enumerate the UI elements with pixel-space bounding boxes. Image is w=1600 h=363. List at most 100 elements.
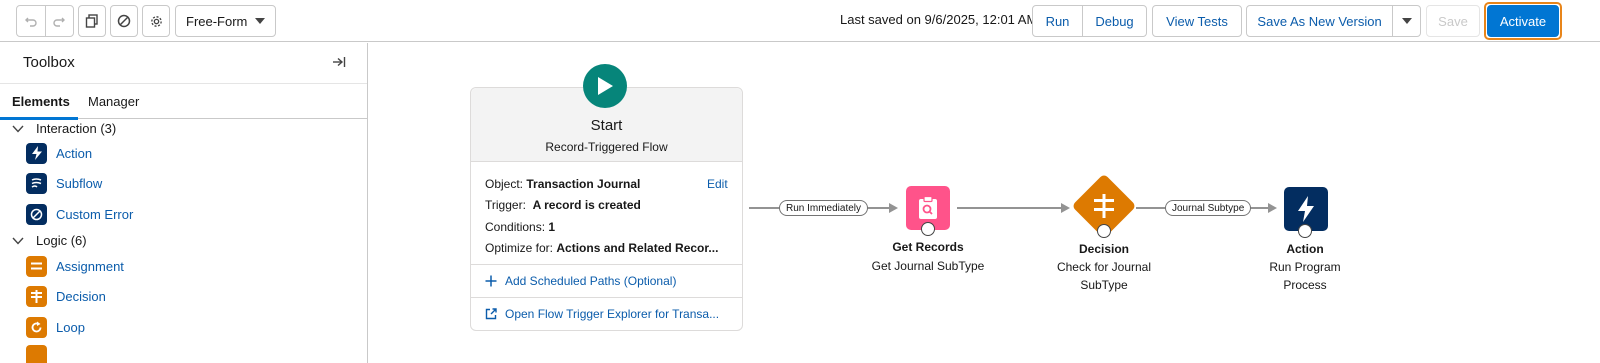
optimize-value: Actions and Related Recor... bbox=[556, 241, 719, 255]
card-divider bbox=[471, 297, 742, 298]
copy-button[interactable] bbox=[78, 5, 106, 37]
chevron-down-icon bbox=[255, 18, 265, 24]
debug-button[interactable]: Debug bbox=[1082, 6, 1146, 36]
object-row: Object: Transaction Journal bbox=[485, 177, 640, 191]
tab-manager[interactable]: Manager bbox=[88, 94, 139, 109]
collapse-panel-icon[interactable] bbox=[332, 55, 346, 72]
node-connector-handle[interactable] bbox=[1097, 224, 1111, 238]
toolbox-tabs: Elements Manager bbox=[0, 83, 367, 120]
optimize-label: Optimize for: bbox=[485, 241, 554, 255]
builder-toolbar: Free-Form Last saved on 9/6/2025, 12:01 … bbox=[0, 0, 1600, 42]
save-new-version-group: Save As New Version bbox=[1246, 5, 1421, 37]
element-label: Loop bbox=[56, 319, 85, 335]
active-tab-indicator bbox=[0, 117, 78, 120]
loop-icon bbox=[26, 316, 47, 338]
node-connector-handle[interactable] bbox=[1298, 224, 1312, 238]
object-value: Transaction Journal bbox=[526, 177, 641, 191]
start-play-icon bbox=[583, 64, 627, 108]
add-scheduled-paths-link[interactable]: Add Scheduled Paths (Optional) bbox=[485, 274, 676, 288]
toolbox-panel: Toolbox Elements Manager Interaction (3)… bbox=[0, 43, 368, 363]
trigger-label: Trigger: bbox=[485, 198, 526, 212]
object-label: Object: bbox=[485, 177, 524, 191]
decision-subtitle-line: SubType bbox=[1080, 278, 1128, 292]
lightning-icon bbox=[26, 142, 47, 164]
decision-subtitle: Check for Journal SubType bbox=[1034, 258, 1174, 294]
trigger-value: A record is created bbox=[532, 198, 641, 212]
get-records-subtitle: Get Journal SubType bbox=[871, 259, 985, 273]
activate-button[interactable]: Activate bbox=[1487, 5, 1559, 37]
get-records-title: Get Records bbox=[892, 240, 964, 254]
new-window-icon bbox=[485, 308, 497, 320]
element-action[interactable]: Action bbox=[26, 142, 92, 164]
trigger-row: Trigger: A record is created bbox=[485, 198, 641, 212]
connector-line bbox=[957, 207, 1061, 209]
layout-select[interactable]: Free-Form bbox=[175, 5, 276, 37]
plus-icon bbox=[485, 275, 497, 287]
conditions-value: 1 bbox=[548, 220, 556, 234]
action-subtitle-line: Process bbox=[1283, 278, 1327, 292]
element-label: Action bbox=[56, 145, 93, 161]
save-button[interactable]: Save bbox=[1426, 5, 1480, 37]
subflow-icon bbox=[26, 172, 47, 194]
element-label: Assignment bbox=[56, 258, 124, 274]
block-icon bbox=[117, 14, 131, 28]
decision-title: Decision bbox=[1078, 242, 1129, 256]
element-custom-error[interactable]: Custom Error bbox=[26, 203, 133, 225]
arrowhead-icon bbox=[1268, 203, 1277, 213]
element-loop[interactable]: Loop bbox=[26, 316, 85, 338]
toolbox-title: Toolbox bbox=[23, 54, 75, 71]
block-icon bbox=[26, 203, 47, 225]
save-menu-button[interactable] bbox=[1392, 6, 1420, 36]
open-trigger-explorer-label: Open Flow Trigger Explorer for Transa... bbox=[505, 307, 720, 321]
view-tests-button[interactable]: View Tests bbox=[1152, 5, 1242, 37]
redo-icon[interactable] bbox=[44, 6, 73, 36]
element-label: Custom Error bbox=[56, 206, 134, 222]
chevron-down-icon bbox=[12, 237, 28, 245]
element-assignment[interactable]: Assignment bbox=[26, 255, 124, 277]
optimize-row: Optimize for: Actions and Related Recor.… bbox=[485, 241, 718, 255]
arrowhead-icon bbox=[1061, 203, 1070, 213]
action-title: Action bbox=[1286, 242, 1324, 256]
open-trigger-explorer-link[interactable]: Open Flow Trigger Explorer for Transa... bbox=[485, 307, 719, 321]
element-label: Decision bbox=[56, 288, 106, 304]
run-debug-group: Run Debug bbox=[1032, 5, 1147, 37]
layout-select-value: Free-Form bbox=[186, 13, 248, 29]
conditions-label: Conditions: bbox=[485, 220, 546, 234]
group-interaction[interactable]: Interaction (3) bbox=[12, 121, 116, 136]
node-connector-handle[interactable] bbox=[921, 222, 935, 236]
edit-trigger-link[interactable]: Edit bbox=[707, 177, 728, 191]
action-subtitle: Run Program Process bbox=[1235, 258, 1375, 294]
element-label: Subflow bbox=[56, 175, 103, 191]
undo-redo-group bbox=[16, 5, 74, 37]
decision-subtitle-line: Check for Journal bbox=[1056, 260, 1152, 274]
settings-button[interactable] bbox=[142, 5, 170, 37]
group-logic-label: Logic (6) bbox=[36, 233, 87, 248]
chevron-down-icon bbox=[12, 125, 28, 133]
element-subflow[interactable]: Subflow bbox=[26, 172, 102, 194]
lightning-icon bbox=[1298, 196, 1314, 222]
get-records-icon bbox=[919, 196, 937, 219]
group-logic[interactable]: Logic (6) bbox=[12, 233, 87, 248]
connector-label-run-immediately[interactable]: Run Immediately bbox=[779, 200, 869, 216]
chevron-down-icon bbox=[1401, 18, 1412, 24]
add-scheduled-paths-label: Add Scheduled Paths (Optional) bbox=[505, 274, 677, 288]
element-partial[interactable] bbox=[26, 345, 56, 363]
start-title: Start bbox=[590, 117, 623, 134]
transform-icon bbox=[26, 345, 47, 363]
action-subtitle-line: Run Program bbox=[1269, 260, 1341, 274]
group-interaction-label: Interaction (3) bbox=[36, 121, 117, 136]
save-as-new-version-button[interactable]: Save As New Version bbox=[1247, 6, 1392, 36]
run-button[interactable]: Run bbox=[1033, 6, 1082, 36]
errors-button[interactable] bbox=[110, 5, 138, 37]
arrowhead-icon bbox=[889, 203, 898, 213]
gear-icon bbox=[150, 15, 162, 27]
connector-label-journal-subtype[interactable]: Journal Subtype bbox=[1165, 200, 1252, 216]
element-decision[interactable]: Decision bbox=[26, 285, 106, 307]
undo-icon[interactable] bbox=[17, 6, 45, 36]
copy-icon bbox=[85, 14, 98, 28]
tab-elements[interactable]: Elements bbox=[12, 94, 70, 109]
decision-icon bbox=[26, 285, 47, 307]
conditions-row: Conditions: 1 bbox=[485, 220, 555, 234]
start-subtitle: Record-Triggered Flow bbox=[545, 140, 668, 154]
card-divider bbox=[471, 264, 742, 265]
